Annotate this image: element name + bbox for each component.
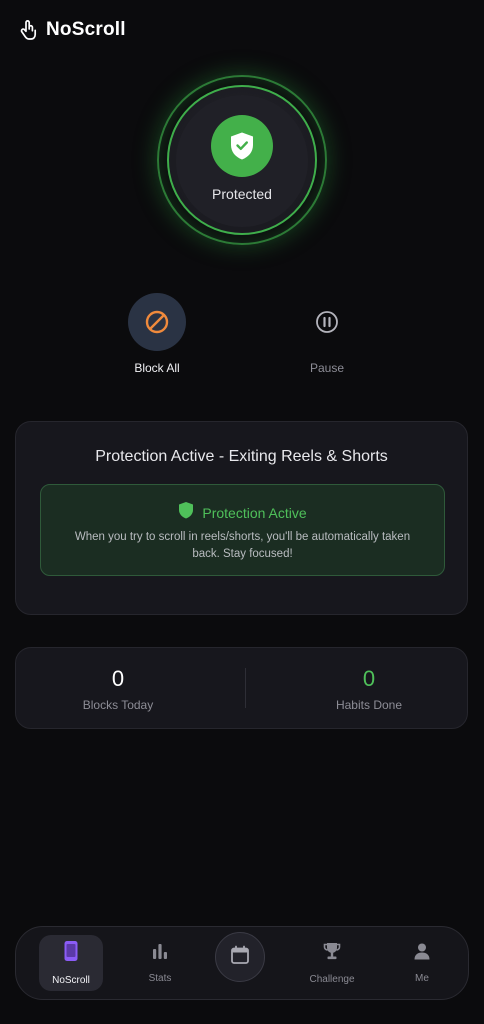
protection-card: Protection Active - Exiting Reels & Shor… xyxy=(15,421,468,615)
nav-item-stats[interactable]: Stats xyxy=(129,927,191,999)
trophy-icon xyxy=(322,941,342,966)
pause-label: Pause xyxy=(309,361,345,375)
blocks-today-label: Blocks Today xyxy=(82,698,154,712)
stats-divider xyxy=(245,668,246,708)
nav-item-challenge[interactable]: Challenge xyxy=(301,927,363,999)
shield-icon xyxy=(178,501,194,524)
nav-label-me: Me xyxy=(415,973,429,984)
nav-item-me[interactable]: Me xyxy=(391,927,453,999)
habits-done-stat: 0 Habits Done xyxy=(269,666,469,712)
habits-done-label: Habits Done xyxy=(335,698,403,712)
habits-done-value: 0 xyxy=(362,666,376,691)
pause-icon xyxy=(298,293,356,351)
block-all-label: Block All xyxy=(134,361,180,375)
protection-banner-title: Protection Active xyxy=(202,504,307,521)
shield-check-icon xyxy=(211,115,273,177)
nav-label-noscroll: NoScroll xyxy=(52,975,90,986)
bottom-nav: NoScroll Stats Challenge Me xyxy=(15,926,469,1000)
stats-card: 0 Blocks Today 0 Habits Done xyxy=(15,647,468,729)
blocks-today-stat: 0 Blocks Today xyxy=(18,666,218,712)
calendar-icon xyxy=(230,945,250,970)
block-icon xyxy=(128,293,186,351)
protection-banner: Protection Active When you try to scroll… xyxy=(40,484,445,576)
protection-banner-text: When you try to scroll in reels/shorts, … xyxy=(74,531,411,560)
nav-label-challenge: Challenge xyxy=(309,974,355,985)
phone-icon xyxy=(63,940,79,967)
status-label: Protected xyxy=(212,186,272,202)
bar-chart-icon xyxy=(151,942,169,965)
block-all-button[interactable]: Block All xyxy=(119,293,195,375)
protection-banner-header: Protection Active xyxy=(41,501,444,524)
app-title: NoScroll xyxy=(46,19,126,40)
nav-item-noscroll[interactable]: NoScroll xyxy=(39,927,103,999)
pause-button[interactable]: Pause xyxy=(289,293,365,375)
protection-card-title: Protection Active - Exiting Reels & Shor… xyxy=(95,448,388,465)
blocks-today-value: 0 xyxy=(111,666,125,691)
user-icon xyxy=(413,942,431,965)
nav-label-stats: Stats xyxy=(148,973,172,984)
app-header: NoScroll xyxy=(18,18,126,42)
hand-icon xyxy=(18,18,38,42)
nav-item-calendar[interactable] xyxy=(215,932,265,982)
